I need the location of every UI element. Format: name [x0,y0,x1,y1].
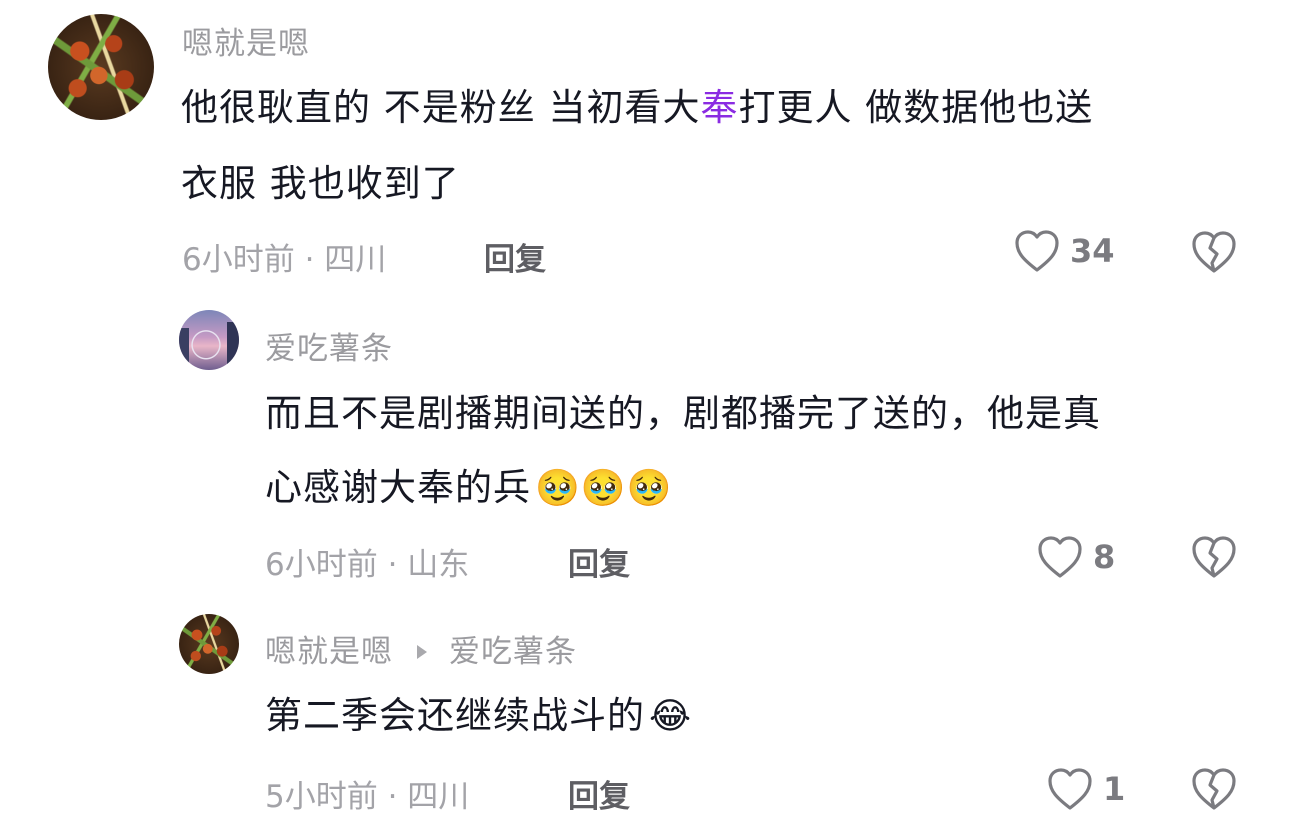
comment-text: 他很耿直的 不是粉丝 当初看大奉打更人 做数据他也送 [181,86,1094,129]
like-button[interactable]: 8 [1037,535,1115,579]
dislike-icon[interactable] [1191,535,1237,579]
like-button[interactable]: 1 [1047,767,1125,811]
reply-button[interactable]: 回复 [484,234,546,279]
comment-text: 第二季会还继续战斗的 😂 [265,694,693,737]
dislike-icon[interactable] [1191,230,1237,274]
reply-button[interactable]: 回复 [568,539,630,584]
reply-button[interactable]: 回复 [568,771,630,816]
reply-arrow-icon [417,644,427,659]
pleading-face-emoji: 🥹🥹🥹 [535,468,673,509]
comment-text-line2: 衣服 我也收到了 [181,162,460,205]
like-count: 8 [1093,538,1116,576]
like-count: 34 [1070,232,1115,270]
username[interactable]: 嗯就是嗯 [182,18,310,63]
username[interactable]: 嗯就是嗯 爱吃薯条 [265,626,577,671]
avatar[interactable] [179,614,239,674]
timestamp-location: 5小时前 · 四川 [265,779,470,815]
highlight-keyword[interactable]: 奉 [701,86,739,129]
timestamp-location: 6小时前 · 四川 [182,242,387,278]
avatar[interactable] [179,310,239,370]
dislike-icon[interactable] [1191,767,1237,811]
heart-icon[interactable] [1014,229,1060,273]
like-button[interactable]: 34 [1014,229,1115,273]
reply-to-username[interactable]: 爱吃薯条 [449,634,577,670]
heart-icon[interactable] [1047,767,1093,811]
like-count: 1 [1103,770,1126,808]
timestamp-location: 6小时前 · 山东 [265,547,470,583]
avatar[interactable] [48,14,154,120]
heart-icon[interactable] [1037,535,1083,579]
username[interactable]: 爱吃薯条 [265,323,393,368]
comment-text: 而且不是剧播期间送的，剧都播完了送的，他是真 [265,392,1101,435]
laughing-emoji: 😂 [649,696,693,737]
comment-text-line2: 心感谢大奉的兵 🥹🥹🥹 [265,466,673,509]
